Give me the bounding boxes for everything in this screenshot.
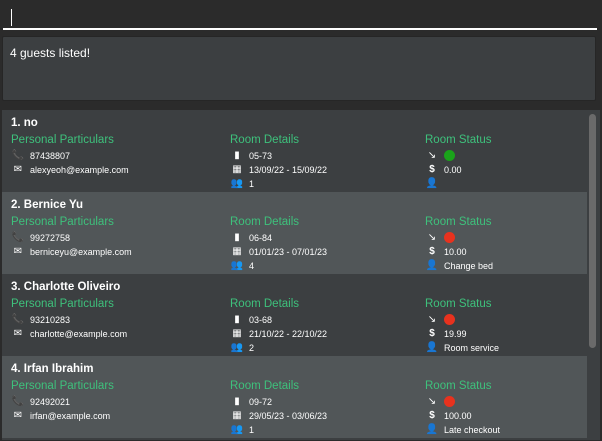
dollar-icon: $ (429, 328, 435, 339)
stay-dates: 29/05/23 - 03/06/23 (249, 410, 328, 421)
request-icon: 👤 (425, 260, 439, 271)
broom-icon: ↘ (427, 150, 437, 161)
phone-icon: 📞 (11, 314, 25, 325)
dollar-icon: $ (429, 410, 435, 421)
stay-dates: 13/09/22 - 15/09/22 (249, 164, 328, 175)
guest-count: 4 (249, 260, 255, 271)
door-icon: ▮ (234, 232, 240, 243)
dollar-icon: $ (429, 246, 435, 257)
phone-number: 93210283 (30, 314, 71, 325)
email-icon: ✉ (13, 164, 23, 175)
text-caret (11, 9, 12, 26)
guest-name: 1. no (11, 117, 38, 129)
command-input[interactable] (3, 3, 597, 30)
calendar-icon: ▦ (232, 164, 242, 175)
room-details-heading: Room Details (230, 380, 300, 392)
calendar-icon: ▦ (232, 246, 242, 257)
stay-dates: 21/10/22 - 22/10/22 (249, 328, 328, 339)
guest-count: 1 (249, 178, 255, 189)
request-icon: 👤 (425, 178, 439, 189)
personal-particulars-heading: Personal Particulars (11, 216, 114, 228)
guest-name: 2. Bernice Yu (11, 199, 84, 211)
request-icon: 👤 (425, 342, 439, 353)
bill-amount: 0.00 (444, 164, 462, 175)
guest-card[interactable]: 2. Bernice Yu Personal Particulars Room … (2, 192, 587, 274)
guest-card[interactable]: 4. Irfan Ibrahim Personal Particulars Ro… (2, 356, 587, 438)
guest-name: 4. Irfan Ibrahim (11, 363, 94, 375)
broom-icon: ↘ (427, 232, 437, 243)
room-number: 06-84 (249, 232, 273, 243)
room-number: 03-68 (249, 314, 273, 325)
people-icon: 👥 (230, 178, 244, 189)
personal-particulars-heading: Personal Particulars (11, 380, 114, 392)
room-status-heading: Room Status (425, 134, 492, 146)
room-status-indicator (444, 150, 455, 161)
calendar-icon: ▦ (232, 328, 242, 339)
special-request: Change bed (444, 260, 494, 271)
phone-icon: 📞 (11, 232, 25, 243)
calendar-icon: ▦ (232, 410, 242, 421)
people-icon: 👥 (230, 260, 244, 271)
email-icon: ✉ (13, 410, 23, 421)
bill-amount: 19.99 (444, 328, 467, 339)
guest-name: 3. Charlotte Oliveiro (11, 281, 121, 293)
broom-icon: ↘ (427, 396, 437, 407)
personal-particulars-heading: Personal Particulars (11, 134, 114, 146)
bill-amount: 10.00 (444, 246, 467, 257)
guest-card[interactable]: 3. Charlotte Oliveiro Personal Particula… (2, 274, 587, 356)
room-number: 09-72 (249, 396, 273, 407)
bill-amount: 100.00 (444, 410, 472, 421)
room-details-heading: Room Details (230, 216, 300, 228)
door-icon: ▮ (234, 396, 240, 407)
email-icon: ✉ (13, 246, 23, 257)
stay-dates: 01/01/23 - 07/01/23 (249, 246, 328, 257)
people-icon: 👥 (230, 424, 244, 435)
room-details-heading: Room Details (230, 298, 300, 310)
room-status-heading: Room Status (425, 380, 492, 392)
email-address: irfan@example.com (30, 410, 111, 421)
email-address: alexyeoh@example.com (30, 164, 129, 175)
request-icon: 👤 (425, 424, 439, 435)
email-icon: ✉ (13, 328, 23, 339)
result-display: 4 guests listed! (2, 36, 596, 101)
phone-icon: 📞 (11, 150, 25, 161)
special-request: Late checkout (444, 424, 501, 435)
room-status-indicator (444, 314, 455, 325)
phone-number: 87438807 (30, 150, 71, 161)
room-status-indicator (444, 396, 455, 407)
phone-icon: 📞 (11, 396, 25, 407)
door-icon: ▮ (234, 314, 240, 325)
room-status-heading: Room Status (425, 216, 492, 228)
guest-count: 1 (249, 424, 255, 435)
guest-count: 2 (249, 342, 255, 353)
people-icon: 👥 (230, 342, 244, 353)
guest-card[interactable]: 1. no Personal Particulars Room Details … (2, 110, 587, 192)
door-icon: ▮ (234, 150, 240, 161)
dollar-icon: $ (429, 164, 435, 175)
email-address: berniceyu@example.com (30, 246, 132, 257)
phone-number: 99272758 (30, 232, 71, 243)
personal-particulars-heading: Personal Particulars (11, 298, 114, 310)
guest-list[interactable]: 1. no Personal Particulars Room Details … (2, 110, 600, 440)
special-request: Room service (444, 342, 500, 353)
phone-number: 92492021 (30, 396, 71, 407)
room-details-heading: Room Details (230, 134, 300, 146)
result-message: 4 guests listed! (10, 46, 91, 60)
broom-icon: ↘ (427, 314, 437, 325)
room-status-heading: Room Status (425, 298, 492, 310)
room-number: 05-73 (249, 150, 273, 161)
room-status-indicator (444, 232, 455, 243)
email-address: charlotte@example.com (30, 328, 128, 339)
list-scrollbar[interactable] (589, 114, 596, 348)
